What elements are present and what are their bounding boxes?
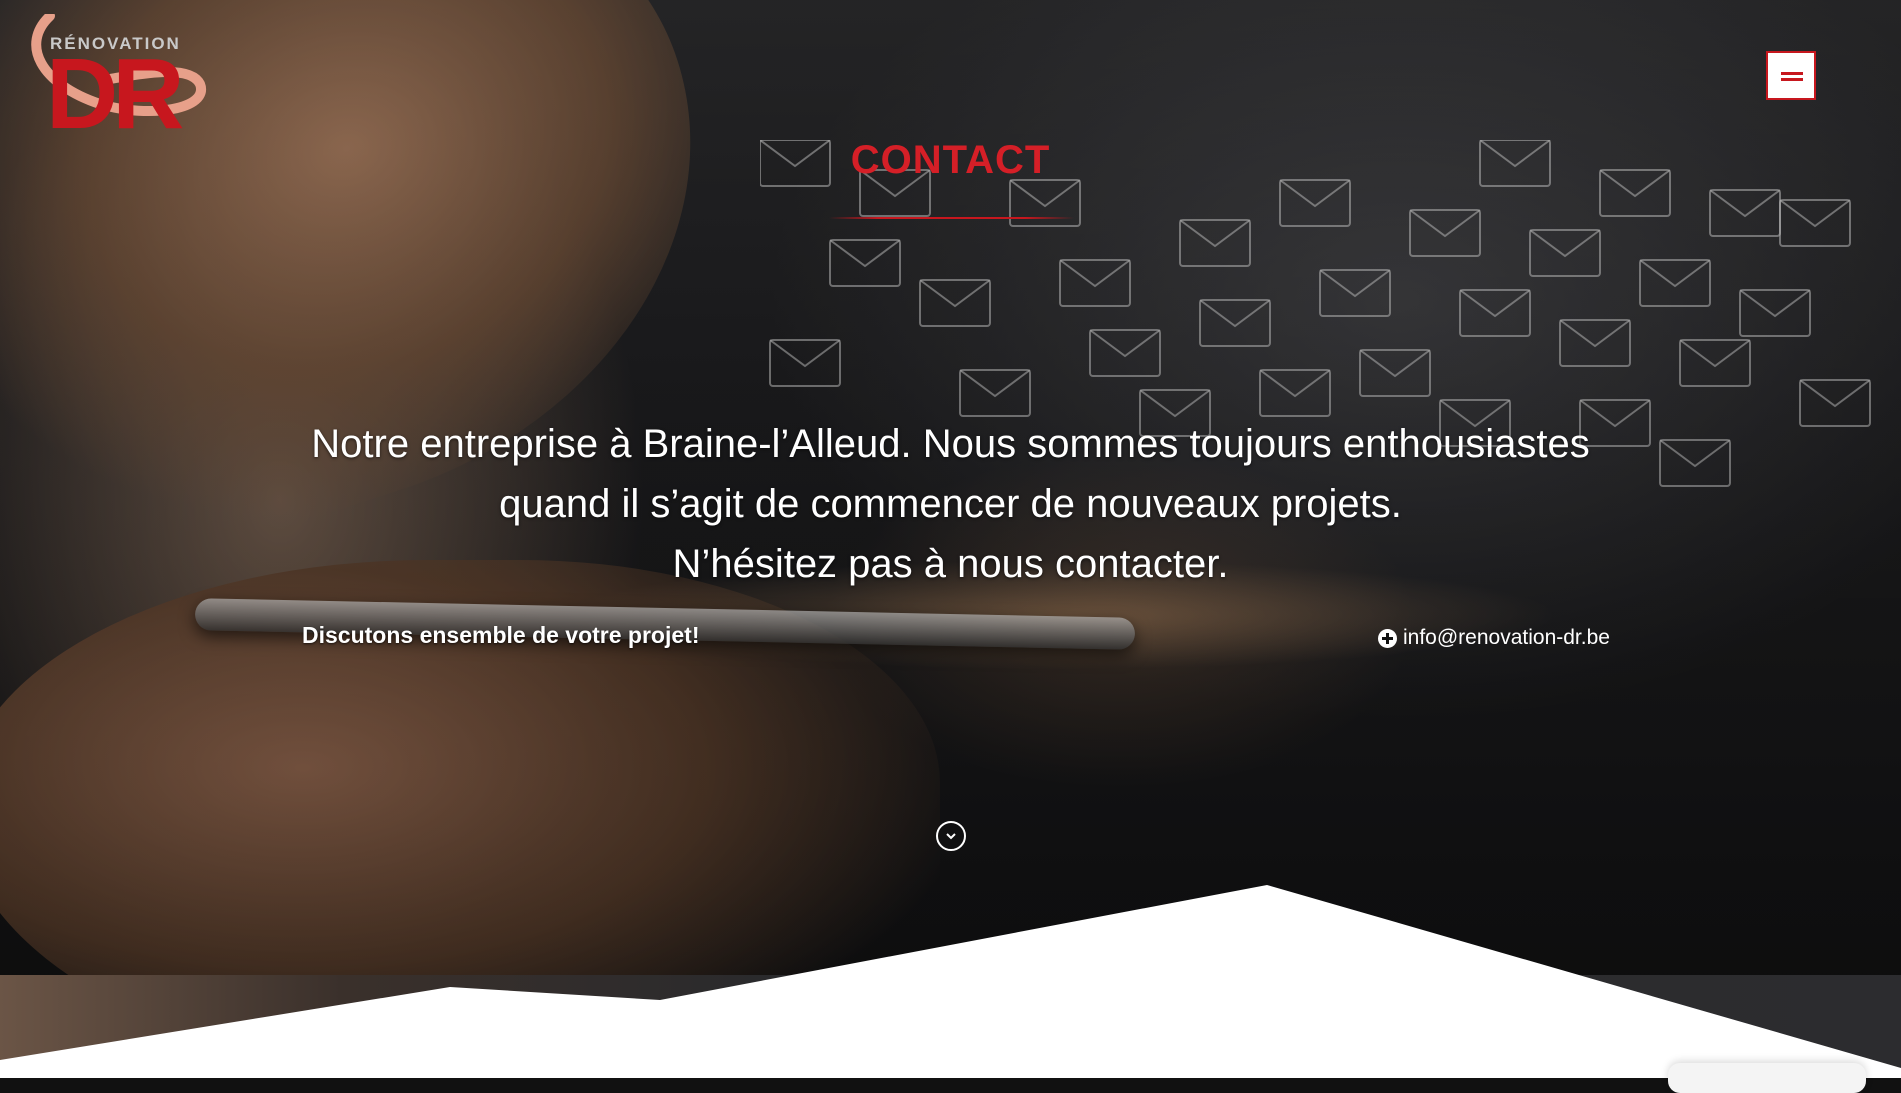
floating-widget[interactable] [1668,1063,1866,1093]
hamburger-menu-icon-line [1781,78,1803,81]
chevron-down-circle-icon [946,833,956,840]
bottom-band [0,975,1901,1078]
logo-main-text: DR [46,38,184,150]
email-link[interactable]: info@renovation-dr.be [1378,626,1610,650]
email-text: info@renovation-dr.be [1403,626,1610,649]
lead-line: Notre entreprise à Braine-l’Alleud. Nous… [311,422,1590,466]
menu-button[interactable] [1766,51,1816,100]
logo[interactable]: RÉNOVATION DR [20,14,210,144]
page-title: CONTACT [850,138,1051,182]
hero-lead-text: Notre entreprise à Braine-l’Alleud. Nous… [250,414,1651,594]
title-underline [829,217,1074,219]
lead-line: N’hésitez pas à nous contacter. [672,542,1229,586]
hamburger-menu-icon [1781,72,1803,75]
lead-line: quand il s’agit de commencer de nouveaux… [499,482,1402,526]
scroll-down-button[interactable] [936,821,966,851]
plus-circle-icon [1378,628,1397,648]
contact-subheading: Discutons ensemble de votre projet! [302,622,700,648]
